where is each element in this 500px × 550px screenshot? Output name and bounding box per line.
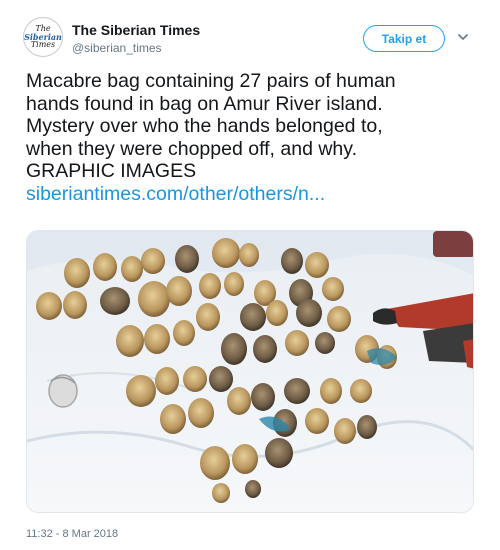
timestamp[interactable]: 11:32 - 8 Mar 2018: [26, 528, 118, 540]
tweet-line: when they were chopped off, and why.: [26, 137, 357, 160]
display-name[interactable]: The Siberian Times: [72, 22, 200, 38]
follow-button[interactable]: Takip et: [363, 25, 445, 52]
tweet-line: GRAPHIC IMAGES: [26, 160, 197, 182]
tweet-text: Macabre bag containing 27 pairs of human…: [26, 70, 486, 205]
tweet-line: hands found in bag on Amur River island.: [26, 92, 383, 115]
tweet-line: Macabre bag containing 27 pairs of human: [26, 70, 396, 92]
chevron-down-icon[interactable]: [457, 31, 469, 43]
tweet: The Siberian Times The Siberian Times @s…: [0, 0, 500, 550]
snow-scene-photo: [27, 231, 473, 512]
avatar-line-3: Times: [30, 40, 56, 49]
tweet-line: Mystery over who the hands belonged to,: [26, 115, 383, 137]
avatar[interactable]: The Siberian Times: [23, 17, 63, 57]
user-handle[interactable]: @siberian_times: [72, 41, 162, 55]
tweet-link[interactable]: siberiantimes.com/other/others/n...: [26, 183, 486, 206]
tweet-photo[interactable]: [26, 230, 474, 513]
